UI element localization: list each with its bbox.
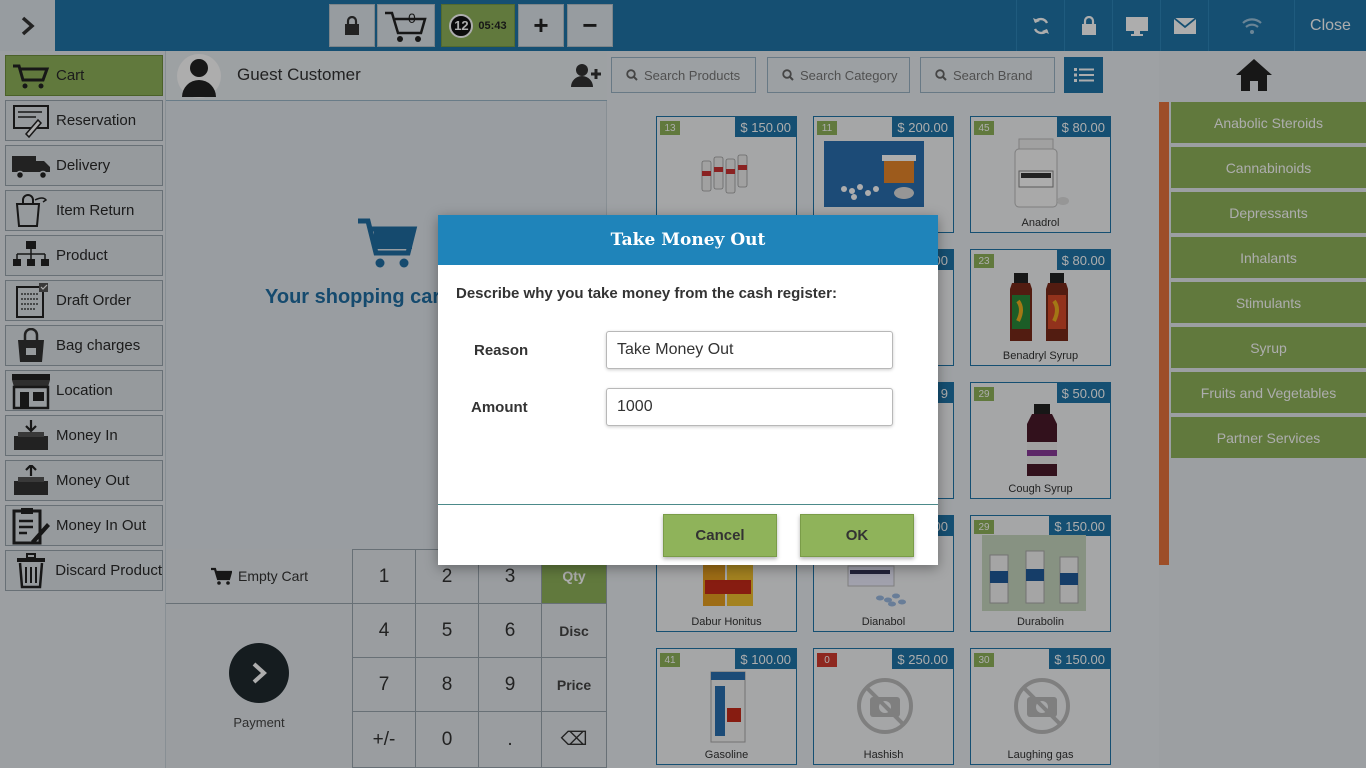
reason-label: Reason xyxy=(474,342,529,359)
dialog-title: Take Money Out xyxy=(438,215,938,265)
dialog-description: Describe why you take money from the cas… xyxy=(456,285,837,302)
amount-input[interactable] xyxy=(606,388,893,426)
take-money-out-dialog: Take Money Out Describe why you take mon… xyxy=(438,215,938,565)
dialog-divider xyxy=(438,504,938,505)
cancel-button[interactable]: Cancel xyxy=(663,514,777,557)
ok-button[interactable]: OK xyxy=(800,514,914,557)
reason-input[interactable] xyxy=(606,331,893,369)
amount-label: Amount xyxy=(471,399,528,416)
